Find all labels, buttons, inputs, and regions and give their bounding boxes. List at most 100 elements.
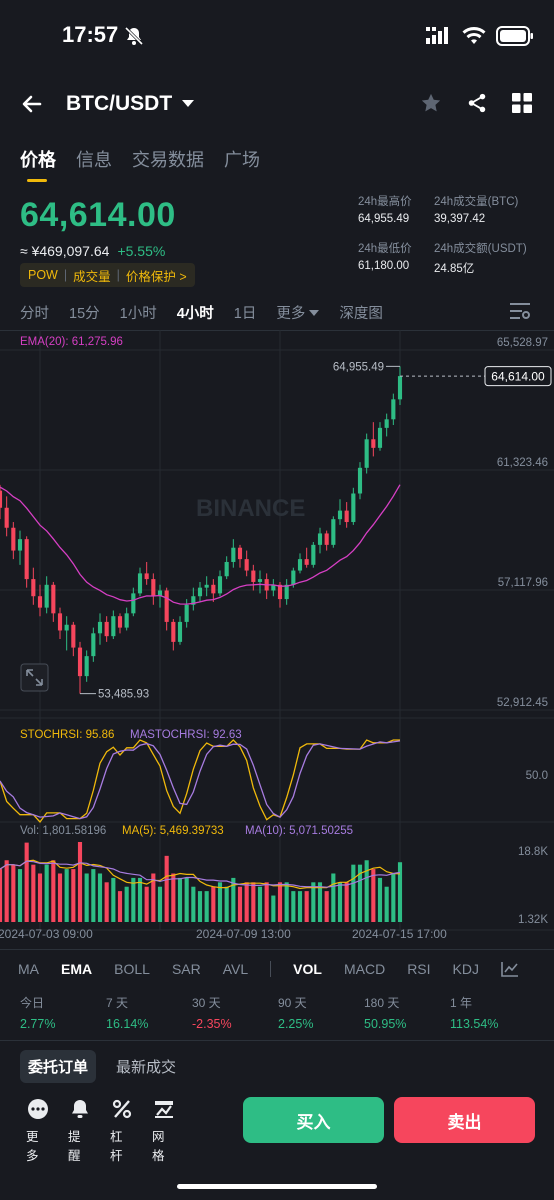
main-tabs: 价格 信息 交易数据 广场	[20, 146, 260, 182]
volume-bar	[224, 886, 229, 922]
buy-button[interactable]: 买入	[243, 1097, 384, 1143]
star-icon[interactable]	[420, 92, 442, 114]
candle-body	[357, 467, 363, 494]
tab-square[interactable]: 广场	[224, 146, 260, 172]
candle-body	[371, 439, 376, 448]
volume-bar	[217, 882, 223, 922]
candle-body	[251, 570, 256, 582]
pair-name: BTC/USDT	[66, 92, 173, 115]
candle-body	[337, 510, 343, 520]
volume-bar	[344, 882, 349, 922]
pair-selector[interactable]: BTC/USDT	[66, 92, 195, 116]
alert-button[interactable]: 提醒	[68, 1098, 92, 1164]
date-label-2: 2024-07-09 13:00	[196, 927, 291, 941]
more-button[interactable]: 更多	[26, 1098, 50, 1164]
tag-price-protection: 价格保护 >	[125, 269, 187, 284]
indicator-chart-icon[interactable]	[501, 961, 519, 977]
performance-row: 今日 2.77% 7 天 16.14% 30 天 -2.35% 90 天 2.25% 1…	[0, 994, 554, 1031]
battery-icon	[496, 26, 533, 46]
candle-body	[184, 604, 189, 622]
volume-bar	[257, 886, 263, 922]
interval-15m[interactable]: 15分	[69, 302, 100, 323]
tab-price[interactable]: 价格	[20, 146, 56, 182]
candle-body	[351, 493, 356, 523]
candle-body	[217, 576, 223, 594]
indicator-separator	[270, 961, 272, 977]
interval-depth[interactable]: 深度图	[339, 302, 383, 323]
volume-bar	[104, 882, 109, 922]
candle-body	[377, 427, 383, 448]
volume-bar	[0, 869, 3, 922]
indicator-vol[interactable]: VOL	[293, 961, 322, 977]
interval-more[interactable]: 更多	[276, 302, 320, 323]
candle-body	[397, 376, 403, 400]
low-value: 61,180.00	[358, 260, 410, 272]
volume-bar	[311, 882, 316, 922]
candle-body	[111, 616, 116, 637]
indicator-macd[interactable]: MACD	[344, 961, 385, 977]
volume-bar	[131, 877, 136, 922]
candle-body	[137, 573, 143, 594]
indicator-rsi[interactable]: RSI	[407, 961, 430, 977]
grid-button[interactable]: 网格	[152, 1098, 176, 1164]
fullscreen-icon[interactable]	[20, 663, 49, 692]
tab-latest-trades[interactable]: 最新成交	[116, 1056, 176, 1077]
interval-1d[interactable]: 1日	[234, 302, 257, 323]
interval-1h[interactable]: 1小时	[120, 302, 157, 323]
volume-bar	[97, 873, 103, 922]
candle-body	[304, 559, 309, 565]
candle-body	[104, 621, 109, 637]
volume-bar	[304, 891, 309, 922]
volume-bar	[371, 869, 376, 922]
indicator-tabs: MA EMA BOLL SAR AVL VOL MACD RSI KDJ	[18, 961, 519, 977]
indicator-boll[interactable]: BOLL	[114, 961, 150, 977]
interval-4h[interactable]: 4小时	[177, 302, 214, 323]
indicator-ma[interactable]: MA	[18, 961, 39, 977]
volume-bar	[364, 860, 369, 922]
indicator-sar[interactable]: SAR	[172, 961, 201, 977]
tab-info[interactable]: 信息	[76, 146, 112, 172]
price-tick: 65,528.97	[497, 337, 548, 349]
candle-body	[64, 624, 69, 631]
candle-body	[57, 613, 63, 631]
indicator-kdj[interactable]: KDJ	[453, 961, 479, 977]
volume-bar	[204, 891, 209, 922]
perf-label: 今日	[20, 996, 45, 1010]
stochrsi-line	[0, 739, 400, 824]
share-icon[interactable]	[466, 92, 488, 114]
action-bar: 更多 提醒 杠杆 网格	[26, 1098, 176, 1164]
candle-body	[44, 584, 49, 608]
low-label: 24h最低价	[358, 243, 412, 255]
leverage-button[interactable]: 杠杆	[110, 1098, 134, 1164]
candle-body	[17, 539, 23, 551]
price-tick: 52,912.45	[497, 697, 548, 709]
home-indicator	[177, 1184, 377, 1189]
grid-layout-icon[interactable]	[512, 93, 532, 113]
tab-trading-data[interactable]: 交易数据	[132, 146, 204, 172]
divider	[0, 949, 554, 950]
candle-body	[131, 593, 136, 614]
sell-button[interactable]: 卖出	[394, 1097, 535, 1143]
chart-settings-icon[interactable]	[510, 302, 530, 325]
tag-bar[interactable]: POW | 成交量 | 价格保护 >	[20, 263, 195, 287]
volume-bar	[284, 882, 289, 922]
price-tick: 61,323.46	[497, 457, 548, 469]
last-price-tag: 64,614.00	[484, 366, 552, 387]
volume-bar	[44, 864, 49, 922]
candle-body	[324, 533, 329, 545]
volume-bar	[184, 877, 189, 922]
tab-open-orders[interactable]: 委托订单	[20, 1050, 97, 1083]
perf-value: 16.14%	[106, 1017, 149, 1031]
kline-chart[interactable]: BINANCE EMA(20): 61,275.96 65,528.97 61,3…	[0, 330, 554, 948]
interval-more-label: 更多	[276, 306, 306, 322]
volume-bar	[137, 877, 143, 922]
alert-label: 提醒	[68, 1130, 81, 1163]
volume-bar	[337, 882, 343, 922]
back-button[interactable]	[20, 92, 44, 121]
volume-tick-low: 1.32K	[518, 914, 548, 926]
indicator-avl[interactable]: AVL	[223, 961, 248, 977]
perf-90d: 90 天 2.25%	[258, 994, 344, 1031]
indicator-ema[interactable]: EMA	[61, 961, 92, 977]
volume-bar	[244, 882, 249, 922]
interval-line[interactable]: 分时	[20, 302, 49, 323]
